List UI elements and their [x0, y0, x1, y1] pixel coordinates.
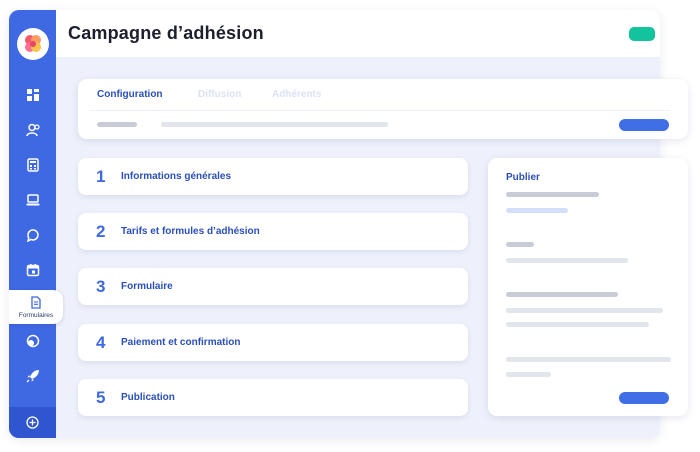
step-item[interactable]: 5 Publication — [78, 379, 468, 416]
tab-adherents[interactable]: Adhérents — [272, 89, 321, 100]
laptop-icon — [26, 194, 39, 206]
add-icon — [26, 416, 39, 429]
page-header: Campagne d’adhésion — [56, 10, 660, 57]
tabs-card: Configuration Diffusion Adhérents — [78, 79, 688, 139]
page-title: Campagne d’adhésion — [68, 23, 264, 43]
step-item[interactable]: 1 Informations générales — [78, 158, 468, 195]
placeholder-line — [97, 122, 137, 127]
sidebar-item-dashboard[interactable] — [9, 83, 56, 107]
sidebar-item-coins[interactable] — [9, 329, 56, 353]
step-item[interactable]: 3 Formulaire — [78, 268, 468, 305]
step-label: Paiement et confirmation — [121, 337, 241, 348]
app-logo[interactable] — [17, 28, 49, 60]
placeholder-line — [506, 372, 551, 377]
step-label: Tarifs et formules d’adhésion — [121, 226, 260, 237]
sidebar-add-button[interactable] — [9, 407, 56, 438]
configuration-action-button[interactable] — [619, 119, 669, 131]
calendar-icon — [26, 264, 39, 277]
rocket-icon — [26, 370, 39, 383]
sidebar-item-calculator[interactable] — [9, 153, 56, 177]
step-label: Informations générales — [121, 171, 232, 182]
placeholder-line — [506, 258, 628, 263]
step-label: Formulaire — [121, 281, 173, 292]
header-action-button[interactable] — [629, 27, 655, 41]
placeholder-line — [506, 292, 618, 297]
tab-diffusion[interactable]: Diffusion — [198, 89, 241, 100]
publish-panel: Publier — [488, 158, 688, 416]
publish-button[interactable] — [619, 392, 669, 404]
placeholder-line — [506, 357, 671, 362]
step-number: 4 — [96, 332, 106, 352]
dashboard-icon — [26, 89, 39, 101]
step-number: 2 — [96, 221, 106, 241]
step-number: 1 — [96, 166, 106, 186]
sidebar-item-users[interactable] — [9, 118, 56, 142]
step-number: 3 — [96, 276, 106, 296]
step-item[interactable]: 2 Tarifs et formules d’adhésion — [78, 213, 468, 250]
placeholder-line — [506, 208, 568, 213]
tabs-divider — [90, 110, 670, 111]
calculator-icon — [26, 158, 39, 172]
sidebar-item-formulaires[interactable]: Formulaires — [9, 290, 63, 324]
sidebar-item-laptop[interactable] — [9, 188, 56, 212]
step-item[interactable]: 4 Paiement et confirmation — [78, 324, 468, 361]
tab-configuration[interactable]: Configuration — [97, 89, 163, 100]
step-number: 5 — [96, 387, 106, 407]
placeholder-line — [161, 122, 388, 127]
coins-icon — [26, 334, 39, 348]
sidebar-item-label: Formulaires — [18, 311, 54, 319]
placeholder-line — [506, 242, 534, 247]
placeholder-line — [506, 308, 663, 313]
publish-title: Publier — [506, 172, 540, 183]
heart-logo-icon — [25, 35, 41, 52]
form-icon — [31, 295, 41, 309]
sidebar-item-chat[interactable] — [9, 223, 56, 247]
chat-icon — [26, 229, 39, 242]
placeholder-line — [506, 192, 599, 197]
placeholder-line — [506, 322, 649, 327]
step-label: Publication — [121, 392, 175, 403]
users-icon — [25, 123, 40, 137]
sidebar-item-rocket[interactable] — [9, 364, 56, 388]
sidebar-item-calendar[interactable] — [9, 258, 56, 282]
sidebar: Formulaires — [9, 10, 63, 438]
